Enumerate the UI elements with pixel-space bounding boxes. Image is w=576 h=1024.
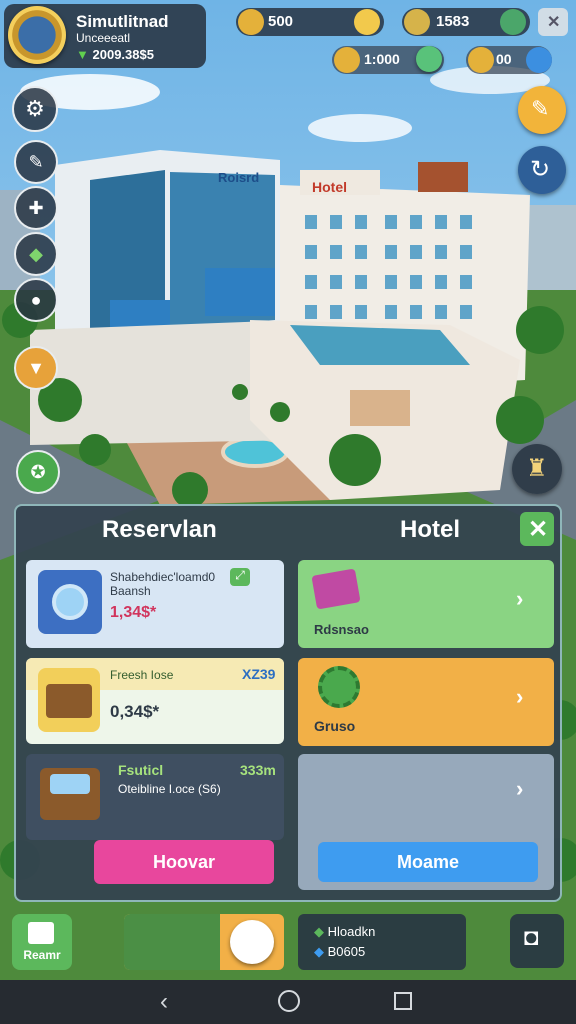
chevron-right-icon: ›	[516, 776, 524, 801]
refresh-icon: ↻	[530, 156, 551, 183]
stat-2: ◆ B0605	[314, 944, 366, 959]
expand-icon[interactable]: ⤢	[230, 568, 250, 586]
home-icon[interactable]	[278, 990, 300, 1012]
extra-counter[interactable]: 00	[466, 46, 552, 74]
washer-icon	[38, 570, 102, 634]
extra-value: 00	[496, 51, 512, 67]
system-navbar: ‹	[0, 980, 576, 1024]
service-button[interactable]: ♜	[512, 444, 562, 494]
player-name: Simutlitnad	[76, 12, 169, 31]
keys-value: 1:000	[364, 51, 400, 67]
camera-icon: ◘	[524, 924, 539, 951]
reservation-panel: Reservlan Hotel ✕ Shabehdiec'loamd0 Baan…	[14, 504, 562, 902]
add-cash-icon[interactable]	[500, 9, 526, 35]
panel-close-button[interactable]: ✕	[520, 512, 554, 546]
list-item[interactable]: Freesh Iose XZ39 0,34$*	[26, 658, 284, 744]
info-icon[interactable]	[526, 47, 552, 73]
map-icon: ◆	[29, 243, 43, 264]
stats-box: ◆ Hloadkn ◆ B0605	[298, 914, 466, 970]
player-money: ▼ 2009.38$5	[76, 47, 154, 62]
panel-right-title: Hotel	[400, 516, 460, 543]
chest-icon	[38, 668, 100, 732]
wrench-icon: ✚	[28, 197, 44, 218]
cash-value: 1583	[436, 13, 470, 30]
reserve-label: Reamr	[23, 948, 61, 962]
player-avatar	[8, 6, 66, 64]
shop-button[interactable]: ▼	[14, 346, 58, 390]
item-title: Shabehdiec'loamd0	[110, 570, 216, 584]
refresh-button[interactable]: ↻	[518, 146, 566, 194]
tablet-icon	[311, 568, 361, 610]
tickets-button[interactable]: ✪	[16, 450, 60, 494]
back-icon[interactable]: ‹	[160, 988, 168, 1016]
svg-text:Roisrd: Roisrd	[218, 170, 259, 185]
player-money-value: 2009.38$5	[92, 47, 154, 62]
cash-counter[interactable]: 1583	[402, 8, 530, 36]
settings-button[interactable]: ⚙	[12, 86, 58, 132]
reception-icon	[28, 922, 54, 944]
add-gold-icon[interactable]	[354, 9, 380, 35]
gold-counter[interactable]: 500	[236, 8, 384, 36]
staff-button[interactable]: ●	[14, 278, 58, 322]
cart-icon: ▼	[27, 357, 45, 378]
item-title: Fsuticl	[118, 762, 164, 778]
camera-button[interactable]: ◘	[510, 914, 564, 968]
item-price: 0,34$*	[110, 702, 160, 721]
key-icon	[334, 47, 360, 73]
person-icon: ●	[30, 289, 42, 310]
progress-fill	[124, 914, 220, 970]
cash-icon	[404, 9, 430, 35]
option-card[interactable]: Gruso ›	[298, 658, 554, 746]
item-badge: XZ39	[242, 666, 276, 682]
chevron-right-icon: ›	[516, 586, 524, 611]
close-icon: ✕	[528, 516, 549, 543]
item-title: Freesh Iose	[110, 668, 174, 682]
ticket-icon: ✪	[30, 461, 46, 482]
option-label: Gruso	[314, 718, 356, 734]
item-badge: 333m	[240, 762, 276, 778]
leaf-icon: ◆	[314, 924, 324, 939]
quests-button[interactable]: ✎	[518, 86, 566, 134]
progress-bar	[124, 914, 284, 970]
list-item[interactable]: Shabehdiec'loamd0 Baansh 1,34$* ⤢	[26, 560, 284, 648]
player-profile[interactable]: Simutlitnad Unceeeatl ▼ 2009.38$5	[4, 4, 206, 68]
close-hud-button[interactable]: ✕	[538, 8, 568, 36]
svg-text:Hotel: Hotel	[312, 179, 347, 195]
option-card[interactable]: Rdsnsao ›	[298, 560, 554, 648]
moame-button[interactable]: Moame	[318, 842, 538, 882]
recents-icon[interactable]	[394, 992, 412, 1010]
diamond-icon: ◆	[314, 944, 324, 959]
pen-icon: ✎	[28, 151, 44, 172]
bell-icon: ♜	[526, 455, 548, 482]
item-price: 1,34$*	[110, 604, 157, 621]
gear-icon	[318, 666, 360, 708]
item-subtitle: Baansh	[110, 584, 151, 598]
gem-icon[interactable]	[416, 46, 442, 72]
checklist-icon: ✎	[531, 96, 550, 121]
toolbox-icon	[40, 768, 100, 820]
token-icon	[468, 47, 494, 73]
gear-icon: ⚙	[25, 96, 45, 121]
money-icon: ▼	[76, 47, 89, 62]
stat-1: ◆ Hloadkn	[314, 924, 376, 939]
build-button[interactable]: ✎	[14, 140, 58, 184]
option-label: Rdsnsao	[314, 622, 369, 637]
close-icon: ✕	[547, 14, 561, 31]
list-item[interactable]: Fsuticl Oteibline I.oce (S6) 333m	[26, 754, 284, 840]
player-subtitle: Unceeeatl	[76, 31, 131, 45]
hoovar-button[interactable]: Hoovar	[94, 840, 274, 884]
reserve-button[interactable]: Reamr	[12, 914, 72, 970]
map-button[interactable]: ◆	[14, 232, 58, 276]
gold-coin-icon	[238, 9, 264, 35]
chevron-right-icon: ›	[516, 684, 524, 709]
film-icon[interactable]	[230, 920, 274, 964]
panel-left-title: Reservlan	[102, 516, 217, 543]
gold-value: 500	[268, 13, 294, 30]
tools-button[interactable]: ✚	[14, 186, 58, 230]
item-subtitle: Oteibline I.oce (S6)	[118, 782, 221, 796]
